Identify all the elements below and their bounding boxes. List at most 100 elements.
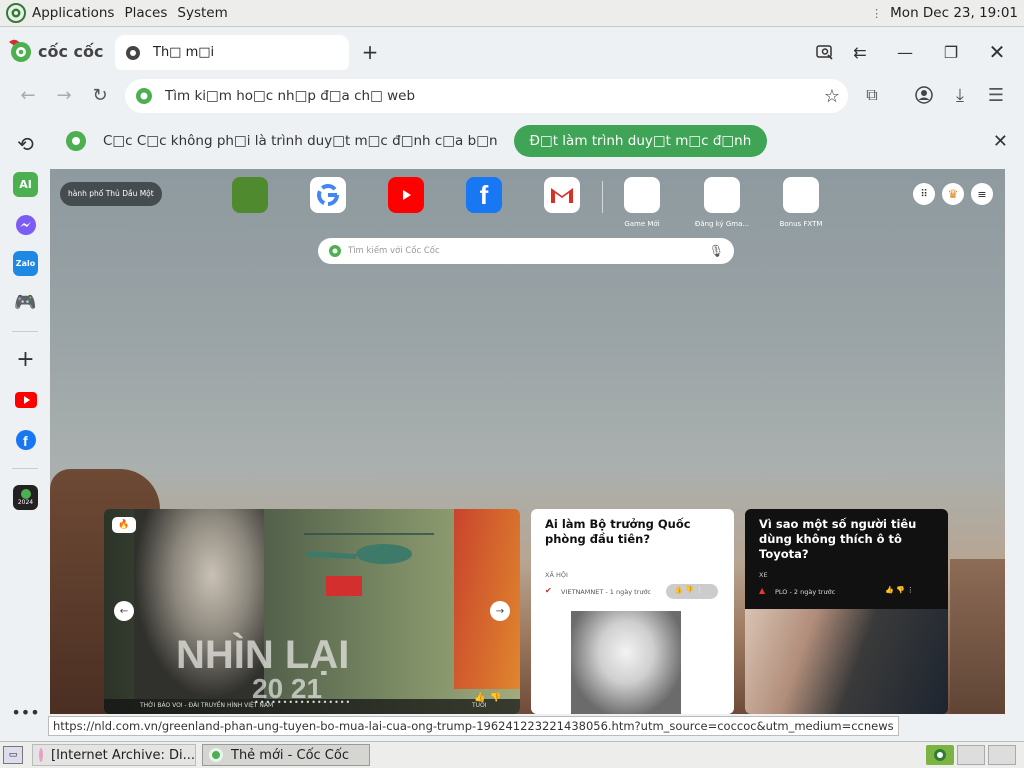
coccoc-2024-icon[interactable]: 2024	[13, 485, 38, 510]
customize-icon[interactable]: ≡	[971, 183, 993, 205]
sidebar-divider	[12, 331, 38, 332]
system-menu[interactable]: System	[177, 5, 227, 21]
maximize-button[interactable]: ❐	[936, 37, 966, 67]
hero-mini-flag	[326, 576, 362, 596]
sidebar-divider-2	[12, 468, 38, 469]
coccoc-2024-label: 2024	[17, 499, 34, 506]
speed-dial-game-moi[interactable]	[624, 177, 660, 213]
facebook-sidebar-icon[interactable]: f	[13, 427, 38, 452]
news-card-1-source: VIETNAMNET - 1 ngày trước	[561, 588, 652, 596]
hero-news-card[interactable]: NHÌN LẠI 20 21 THỜI BÁO VOI - ĐÀI TRUYỀN…	[104, 509, 520, 714]
tab-title: Th□ m□i	[153, 45, 215, 60]
workspace-2[interactable]	[957, 745, 985, 765]
download-icon[interactable]: ⤓	[946, 81, 974, 109]
newtab-search-logo-icon	[329, 245, 341, 257]
news-card-2-thumbnail[interactable]	[745, 609, 948, 714]
speed-dial-green[interactable]	[232, 177, 268, 213]
screenshot-icon[interactable]	[810, 37, 840, 67]
newtab-search-box[interactable]: Tìm kiếm với Cốc Cốc 🎙	[318, 238, 734, 264]
youtube-sidebar-icon[interactable]	[13, 387, 38, 412]
helicopter-icon	[304, 533, 434, 564]
workspace-coccoc-icon	[934, 749, 946, 761]
coccoc-info-icon	[66, 131, 86, 151]
reload-button[interactable]: ↻	[86, 81, 114, 109]
news-card-1-reactions[interactable]: 👍 👎 ⋮	[666, 584, 718, 599]
link-status-url: https://nld.com.vn/greenland-phan-ung-tu…	[48, 716, 899, 736]
coccoc-logo[interactable]: cốc cốc	[6, 38, 104, 64]
hero-carousel-dots[interactable]: •••••••••••••••••	[254, 698, 351, 707]
speed-dial-google[interactable]	[310, 177, 346, 213]
ai-assistant-icon[interactable]: AI	[13, 172, 38, 197]
forward-button[interactable]: →	[50, 81, 78, 109]
close-window-button[interactable]: ✕	[982, 37, 1012, 67]
apps-grid-icon[interactable]: ⠿	[913, 183, 935, 205]
vietnamnet-logo-icon: ✔	[545, 586, 552, 595]
news-card-1[interactable]: Ai làm Bộ trưởng Quốc phòng đầu tiên? XÃ…	[531, 509, 734, 714]
speed-dial-facebook[interactable]: f	[466, 177, 502, 213]
sidebar: ⟲ AI Zalo 🎮 + f 2024 •••	[0, 123, 50, 741]
zalo-icon[interactable]: Zalo	[13, 251, 38, 276]
add-sidebar-app-icon[interactable]: +	[13, 347, 38, 372]
taskbar-item-coccoc[interactable]: Thẻ mới - Cốc Cốc	[202, 744, 370, 766]
taskbar-item-archive[interactable]: [Internet Archive: Di...	[32, 744, 196, 766]
infobar-message: C□c C□c không ph□i là trình duy□t m□c đ□…	[103, 133, 498, 149]
clock[interactable]: Mon Dec 23, 19:01	[890, 5, 1018, 21]
sidebar-more-icon[interactable]: •••	[11, 700, 39, 725]
history-icon[interactable]: ⟲	[13, 131, 38, 156]
coccoc-logo-icon	[9, 39, 31, 62]
microphone-icon[interactable]: 🎙	[709, 244, 724, 258]
news-card-1-title[interactable]: Ai làm Bộ trưởng Quốc phòng đầu tiên?	[545, 517, 725, 547]
distro-logo-icon[interactable]	[6, 3, 26, 23]
menu-icon[interactable]: ☰	[982, 81, 1010, 109]
news-card-2-reactions[interactable]: 👍 👎 ⋮	[885, 586, 914, 594]
speed-dial-youtube[interactable]	[388, 177, 424, 213]
archive-favicon-icon	[39, 748, 43, 762]
news-card-2-category: XE	[759, 571, 768, 579]
taskbar-item-coccoc-label: Thẻ mới - Cốc Cốc	[231, 747, 349, 763]
bottom-taskbar: ▭ [Internet Archive: Di... Thẻ mới - Cốc…	[0, 741, 1024, 768]
background-rocks-right	[950, 559, 1005, 714]
minimize-button[interactable]: —	[890, 37, 920, 67]
gmail-icon	[551, 188, 573, 203]
brand-name: cốc cốc	[38, 41, 104, 61]
address-bar[interactable]: Tìm ki□m ho□c nh□p đ□a ch□ web ☆	[125, 79, 848, 113]
set-default-button[interactable]: Đ□t làm trình duy□t m□c đ□nh	[513, 125, 768, 157]
new-tab-button[interactable]: +	[355, 37, 385, 67]
youtube-icon	[403, 190, 411, 200]
dial-label-bonus-fxtm: Bonus FXTM	[779, 220, 823, 228]
close-infobar-button[interactable]: ✕	[993, 131, 1008, 152]
hero-like-icon[interactable]: 👍	[474, 693, 485, 703]
workspace-switcher-icon[interactable]	[926, 745, 954, 765]
panel-handle-icon: ⋮	[871, 6, 883, 20]
tab-new-tab[interactable]: Th□ m□i	[115, 35, 349, 70]
messenger-icon[interactable]	[13, 212, 38, 237]
applications-menu[interactable]: Applications	[32, 5, 114, 21]
address-placeholder: Tìm ki□m ho□c nh□p đ□a ch□ web	[165, 88, 416, 104]
coccoc-taskbar-icon	[209, 748, 223, 762]
hero-next-button[interactable]: →	[490, 601, 510, 621]
places-menu[interactable]: Places	[124, 5, 167, 21]
new-tab-page: hành phố Thủ Dầu Một f Game Mới Đăng ký …	[50, 169, 1005, 714]
speed-dial-divider	[602, 181, 603, 213]
hero-dislike-icon[interactable]: 👎	[490, 693, 501, 703]
news-card-1-thumbnail[interactable]	[571, 611, 681, 714]
extensions-icon[interactable]: ⧉	[858, 81, 886, 109]
coccoc-2024-logo-icon	[20, 489, 31, 499]
crown-icon[interactable]: ♛	[942, 183, 964, 205]
speed-dial-gmail[interactable]	[544, 177, 580, 213]
news-card-2-title[interactable]: Vì sao một số người tiêu dùng không thíc…	[759, 517, 939, 562]
profile-icon[interactable]	[910, 81, 938, 109]
hero-flag	[454, 509, 520, 689]
back-button[interactable]: ←	[14, 81, 42, 109]
speed-dial-dang-ky-gmail[interactable]	[704, 177, 740, 213]
bookmark-star-icon[interactable]: ☆	[824, 86, 840, 107]
news-card-2[interactable]: Vì sao một số người tiêu dùng không thíc…	[745, 509, 948, 714]
game-controller-icon[interactable]: 🎮	[13, 290, 38, 315]
workspace-3[interactable]	[988, 745, 1016, 765]
news-card-1-category: XÃ HỘI	[545, 571, 568, 579]
back-sync-icon[interactable]: ⇇	[845, 37, 875, 67]
show-desktop-icon[interactable]: ▭	[3, 746, 23, 764]
location-badge[interactable]: hành phố Thủ Dầu Một	[60, 182, 162, 206]
speed-dial-bonus-fxtm[interactable]	[783, 177, 819, 213]
hero-prev-button[interactable]: ←	[114, 601, 134, 621]
